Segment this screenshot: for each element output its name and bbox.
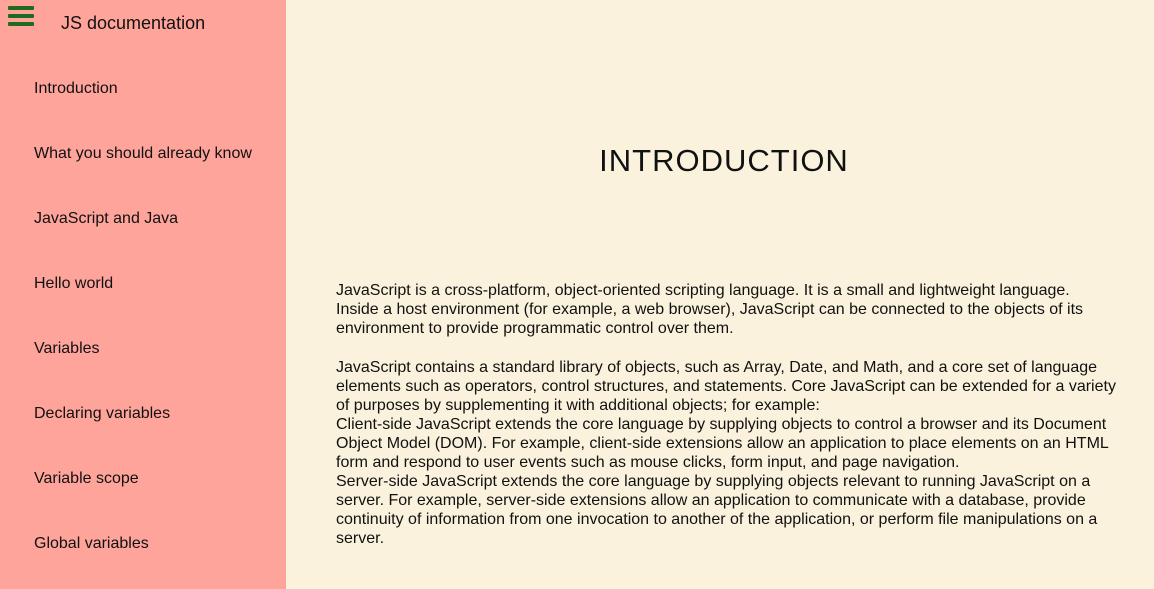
nav-item-global-variables[interactable]: Global variables xyxy=(0,511,286,576)
nav-item-variables[interactable]: Variables xyxy=(0,316,286,381)
paragraph: JavaScript contains a standard library o… xyxy=(336,359,1116,414)
sidebar: JS documentation Introduction What you s… xyxy=(0,0,286,589)
nav-item-introduction[interactable]: Introduction xyxy=(0,56,286,121)
nav-list: Introduction What you should already kno… xyxy=(0,56,286,576)
nav-link-variables[interactable]: Variables xyxy=(34,340,100,357)
nav-link-hello-world[interactable]: Hello world xyxy=(34,275,113,292)
paragraph: Client-side JavaScript extends the core … xyxy=(336,416,1109,471)
nav-link-declaring-variables[interactable]: Declaring variables xyxy=(34,405,170,422)
nav-item-hello-world[interactable]: Hello world xyxy=(0,251,286,316)
nav-link-javascript-and-java[interactable]: JavaScript and Java xyxy=(34,210,178,227)
nav-link-what-you-should-already-know[interactable]: What you should already know xyxy=(34,145,252,162)
paragraph: Server-side JavaScript extends the core … xyxy=(336,473,1098,547)
nav-link-introduction[interactable]: Introduction xyxy=(34,80,118,97)
sidebar-title: JS documentation xyxy=(61,13,206,33)
paragraph: JavaScript is a cross-platform, object-o… xyxy=(336,282,1084,337)
section-body: JavaScript is a cross-platform, object-o… xyxy=(336,281,1116,548)
hamburger-icon[interactable] xyxy=(8,6,34,26)
nav-link-variable-scope[interactable]: Variable scope xyxy=(34,470,139,487)
nav-item-javascript-and-java[interactable]: JavaScript and Java xyxy=(0,186,286,251)
main-content: INTRODUCTION JavaScript is a cross-platf… xyxy=(286,0,1154,589)
section-title: INTRODUCTION xyxy=(599,143,849,178)
nav-item-declaring-variables[interactable]: Declaring variables xyxy=(0,381,286,446)
nav-item-variable-scope[interactable]: Variable scope xyxy=(0,446,286,511)
nav-link-global-variables[interactable]: Global variables xyxy=(34,535,149,552)
nav-item-what-you-should-already-know[interactable]: What you should already know xyxy=(0,121,286,186)
